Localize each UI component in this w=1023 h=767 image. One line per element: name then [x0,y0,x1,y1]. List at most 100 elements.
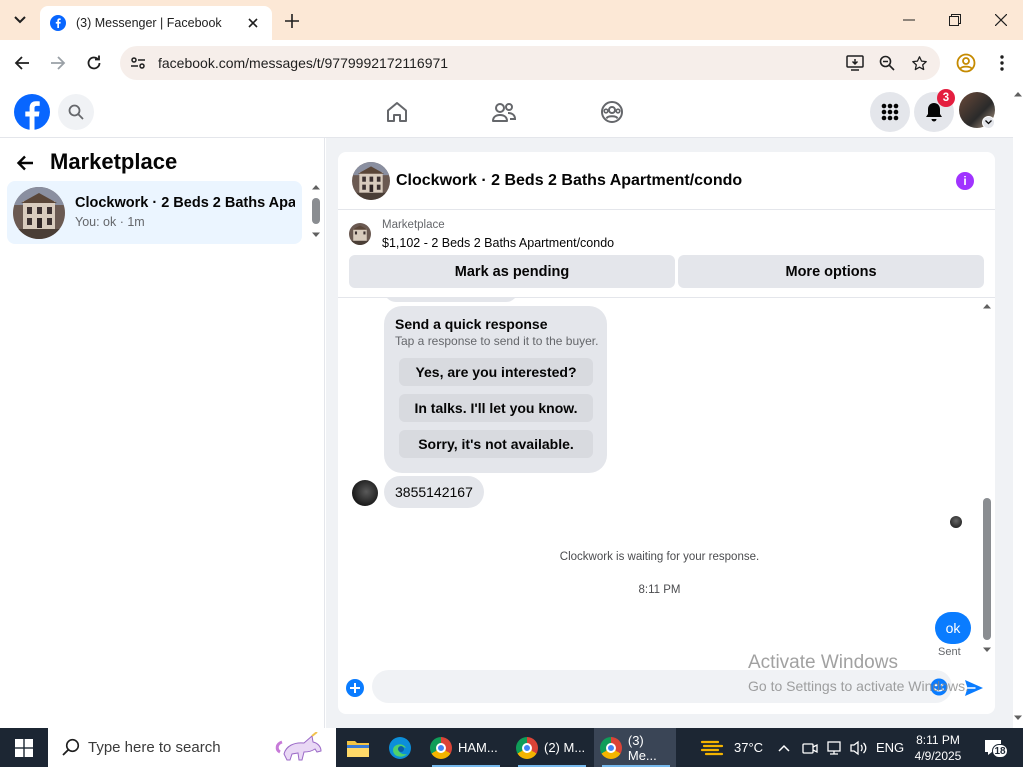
message-composer [338,662,995,714]
chat-window: Clockwork · 2 Beds 2 Baths Apartment/con… [338,152,995,714]
nav-home[interactable] [383,98,411,126]
network-icon[interactable] [826,728,842,767]
meet-now-icon[interactable] [802,728,818,767]
page-scroll-up-arrow-icon[interactable] [1013,90,1023,98]
more-actions-button[interactable] [346,679,364,697]
chevron-down-icon [985,120,992,125]
window-close-button[interactable] [978,0,1023,40]
listing-description[interactable]: $1,102 - 2 Beds 2 Baths Apartment/condo [382,236,614,250]
quick-response-option[interactable]: In talks. I'll let you know. [399,394,593,422]
windows-taskbar: Type here to search HAM... (2) M... (3) … [0,728,1023,767]
chat-scrollbar-thumb[interactable] [983,498,991,640]
nav-groups[interactable] [598,98,626,126]
home-icon [387,102,407,122]
facebook-header [0,86,1013,138]
facebook-logo-icon[interactable] [14,94,50,130]
conversation-thumbnail [13,187,65,239]
weather-widget[interactable]: 37°C [700,728,763,767]
start-button[interactable] [0,728,48,767]
scrollbar-thumb[interactable] [312,198,320,224]
chrome-icon [600,736,622,759]
system-clock[interactable]: 8:11 PM 4/9/2025 [906,732,970,764]
taskbar-search-placeholder: Type here to search [88,739,221,756]
taskbar-app-label: (2) M... [544,740,586,755]
profile-button[interactable] [954,51,978,75]
taskbar-app-chrome-1[interactable]: HAM... [424,728,508,767]
zoom-icon[interactable] [876,52,898,74]
marketplace-conversation-list: Marketplace Clockwork · 2 Beds 2 Baths A… [0,138,325,728]
message-input[interactable] [372,670,952,703]
page-scroll-down-arrow-icon[interactable] [1013,714,1023,722]
chat-title[interactable]: Clockwork · 2 Beds 2 Baths Apartment/con… [396,172,742,190]
clock-time: 8:11 PM [916,733,960,747]
show-hidden-icons-button[interactable] [778,728,790,767]
scroll-up-arrow-icon[interactable] [311,183,321,191]
taskbar-app-label: HAM... [458,740,498,755]
taskbar-app-chrome-2[interactable]: (2) M... [510,728,594,767]
close-icon [995,14,1007,26]
account-dropdown-button[interactable] [982,116,995,129]
quick-response-option[interactable]: Sorry, it's not available. [399,430,593,458]
browser-tab-active[interactable]: (3) Messenger | Facebook [40,6,272,40]
search-icon [62,738,80,756]
back-button[interactable] [10,51,34,75]
chat-avatar[interactable] [352,162,390,200]
tab-close-button[interactable] [244,14,262,32]
outgoing-message-bubble[interactable]: ok [935,612,971,644]
scroll-down-arrow-icon[interactable] [982,646,992,654]
quick-response-option[interactable]: Yes, are you interested? [399,358,593,386]
restore-button[interactable] [932,0,978,40]
site-info-icon[interactable] [128,53,148,73]
browser-tab-bar: (3) Messenger | Facebook [0,0,1023,40]
close-icon [248,18,258,28]
notification-center-button[interactable]: 18 [984,728,1008,767]
file-explorer-taskbar-icon[interactable] [346,728,370,767]
forward-button[interactable] [46,51,70,75]
scroll-down-arrow-icon[interactable] [311,231,321,239]
edge-taskbar-icon[interactable] [388,728,412,767]
chat-header: Clockwork · 2 Beds 2 Baths Apartment/con… [338,152,995,210]
quick-response-title: Send a quick response [395,316,548,332]
install-app-icon[interactable] [844,52,866,74]
previous-message-bubble [384,298,518,302]
minimize-icon [903,19,915,21]
clock-date: 4/9/2025 [914,749,962,763]
more-options-button[interactable]: More options [678,255,984,288]
bookmark-star-icon[interactable] [908,52,930,74]
groups-icon [601,101,623,123]
address-bar[interactable]: facebook.com/messages/t/9779992172116971 [120,46,940,80]
chrome-icon [516,736,538,759]
reload-button[interactable] [82,51,106,75]
volume-icon[interactable] [850,728,868,767]
listing-label: Marketplace [382,219,445,231]
nav-friends[interactable] [490,98,518,126]
listing-thumbnail[interactable] [349,223,371,245]
weather-temperature: 37°C [734,740,764,755]
read-receipt-avatar [950,516,962,528]
quick-response-subtitle: Tap a response to send it to the buyer. [395,334,599,348]
tab-title: (3) Messenger | Facebook [76,16,222,30]
taskbar-search-box[interactable]: Type here to search [48,728,336,767]
tab-search-dropdown[interactable] [6,7,34,33]
sender-avatar[interactable] [352,480,378,506]
new-tab-button[interactable] [280,9,304,33]
minimize-button[interactable] [886,0,932,40]
facebook-search-button[interactable] [58,94,94,130]
conversation-item[interactable]: Clockwork · 2 Beds 2 Baths Apar... You: … [7,181,302,244]
mark-as-pending-button[interactable]: Mark as pending [349,255,675,288]
taskbar-app-chrome-3[interactable]: (3) Me... [594,728,676,767]
arrow-left-icon [16,155,33,171]
browser-menu-button[interactable] [990,51,1014,75]
incoming-message-bubble[interactable]: 3855142167 [384,476,484,508]
menu-button[interactable] [870,92,910,132]
chrome-icon [430,736,452,759]
scroll-up-arrow-icon[interactable] [982,302,992,310]
send-icon[interactable] [964,678,984,698]
language-indicator[interactable]: ENG [876,728,904,767]
weather-haze-icon [700,740,724,755]
conversation-info-button[interactable]: i [956,172,974,190]
message-thread: Send a quick response Tap a response to … [338,298,995,658]
emoji-icon[interactable] [930,678,948,696]
building-photo-icon [13,187,65,239]
back-arrow-button[interactable] [16,152,42,174]
